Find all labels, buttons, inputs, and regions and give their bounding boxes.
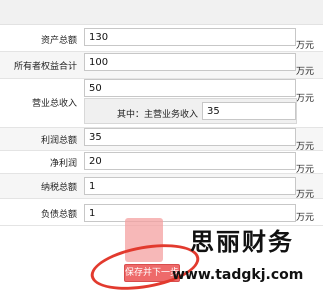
net-profit-unit: 万元 (296, 165, 315, 175)
header-bar (0, 0, 323, 25)
watermark-url: www.tadgkj.com (172, 267, 304, 283)
total-tax-unit: 万元 (296, 190, 315, 200)
row-divider (0, 173, 323, 174)
owner-equity-input[interactable] (84, 53, 296, 71)
total-profit-unit: 万元 (296, 142, 315, 152)
total-profit-label: 利润总额 (40, 136, 77, 146)
row-divider (0, 150, 323, 151)
net-profit-input[interactable] (84, 152, 296, 170)
total-assets-unit: 万元 (296, 41, 315, 51)
revenue-label: 营业总收入 (31, 99, 77, 109)
row-divider (0, 198, 323, 199)
net-profit-label: 净利润 (49, 159, 77, 169)
total-liabilities-input[interactable] (84, 204, 296, 222)
total-assets-label: 资产总额 (40, 36, 77, 46)
total-tax-input[interactable] (84, 177, 296, 195)
total-profit-input[interactable] (84, 128, 296, 146)
total-liabilities-label: 负债总额 (40, 210, 77, 220)
total-tax-label: 纳税总额 (40, 183, 77, 193)
total-assets-input[interactable] (84, 28, 296, 46)
revenue-input[interactable] (84, 79, 296, 97)
total-liabilities-unit: 万元 (296, 213, 315, 223)
owner-equity-unit: 万元 (296, 67, 315, 77)
revenue-unit: 万元 (296, 94, 315, 104)
watermark-name: 思丽财务 (190, 228, 294, 256)
row-divider (0, 51, 323, 52)
main-business-revenue-label: 其中：主营业务收入 (116, 110, 198, 120)
main-business-revenue-input[interactable] (202, 102, 296, 120)
owner-equity-label: 所有者权益合计 (13, 62, 77, 72)
